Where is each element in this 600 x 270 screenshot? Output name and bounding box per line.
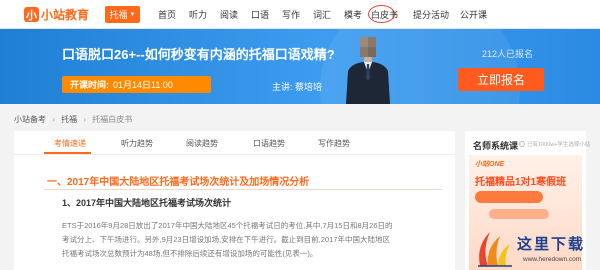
breadcrumb-separator-icon: › (52, 115, 55, 124)
top-navigation-bar: 小 小站教育 托福 ▼ 首页 听力 阅读 口语 写作 词汇 模考 白皮书 提分活… (0, 0, 600, 29)
nav-item-speaking[interactable]: 口语 (251, 8, 269, 21)
section-heading: 一、2017年中国大陆地区托福考试场次统计及加场情况分析 (47, 177, 310, 188)
tab-listening-trends[interactable]: 听力趋势 (121, 138, 153, 149)
paragraph-line: 考试分上、下午场进行。另外,9月23日增设加场,安排在下午进行。截止到目前,20… (62, 235, 390, 244)
article-card: 考情速递 听力趋势 阅读趋势 口语趋势 写作趋势 一、2017年中国大陆地区托福… (14, 131, 455, 270)
host-name: 主讲: 蔡培培 (272, 82, 323, 92)
nav-item-writing[interactable]: 写作 (282, 8, 300, 21)
nav-item-white-paper[interactable]: 白皮书 (371, 8, 398, 21)
course-banner[interactable]: 口语脱口26+--如何秒变有内涵的托福口语戏精? 开课时间: 01月14日11:… (0, 29, 600, 104)
info-icon (519, 141, 525, 147)
breadcrumb-current: 托福白皮书 (92, 115, 133, 124)
nav-item-score-activities[interactable]: 提分活动 (413, 8, 449, 21)
signup-count: 212人已报名 (482, 49, 534, 59)
tabs-divider (14, 154, 455, 155)
course-time-badge: 开课时间: 01月14日11:00 (62, 76, 211, 93)
promo-brand: 小站ONE (475, 161, 505, 168)
tab-writing-trends[interactable]: 写作趋势 (318, 138, 350, 149)
logo-text: 小站教育 (41, 8, 90, 22)
nav-item-mock-exam[interactable]: 模考 (344, 8, 362, 21)
tab-exam-news[interactable]: 考情速递 (54, 138, 86, 149)
paragraph-line: 托福考试场次总数预计为48场,但不排除后续还有增设加场的可能性(见表一)。 (62, 249, 318, 258)
breadcrumb: 小站备考 › 托福 › 托福白皮书 (14, 114, 132, 125)
sidebar-heading: 名师系统课 (473, 141, 519, 151)
nav-item-vocabulary[interactable]: 词汇 (313, 8, 331, 21)
category-dropdown[interactable]: 托福 ▼ (105, 6, 140, 23)
sidebar-note-text: 已有1000w+学生选择小站 (527, 142, 591, 148)
promo-ribbon (475, 191, 543, 203)
chevron-down-icon: ▼ (129, 11, 136, 18)
course-time-label: 开课时间: (70, 80, 109, 90)
breadcrumb-separator-icon: › (83, 115, 87, 124)
signup-button[interactable]: 立即报名 (458, 68, 544, 91)
article-paragraph: ETS于2016年9月28日放出了2017年中国大陆地区45个托福考试日的考位,… (62, 219, 444, 261)
tab-reading-trends[interactable]: 阅读趋势 (186, 138, 218, 149)
category-label: 托福 (109, 10, 128, 20)
course-time-value: 01月14日11:00 (113, 80, 173, 90)
logo-mark-icon: 小 (24, 7, 39, 22)
breadcrumb-toefl[interactable]: 托福 (61, 115, 77, 124)
nav-item-reading[interactable]: 阅读 (220, 8, 238, 21)
host-photo (346, 37, 390, 104)
subsection-heading: 1、2017年中国大陆地区托福考试场次统计 (62, 198, 232, 208)
watermark-url: www.heredown.com (523, 256, 582, 263)
nav-item-home[interactable]: 首页 (158, 8, 176, 21)
site-logo[interactable]: 小 小站教育 (24, 7, 89, 22)
paragraph-line: ETS于2016年9月28日放出了2017年中国大陆地区45个托福考试日的考位,… (62, 221, 393, 230)
watermark-logo-icon (478, 232, 512, 267)
banner-title: 口语脱口26+--如何秒变有内涵的托福口语戏精? (62, 47, 335, 62)
promo-ribbon (489, 209, 549, 219)
promo-title: 托福精品1对1寒假班 (475, 177, 567, 188)
nav-item-listening[interactable]: 听力 (189, 8, 207, 21)
breadcrumb-home[interactable]: 小站备考 (14, 115, 46, 124)
tab-speaking-trends[interactable]: 口语趋势 (253, 138, 285, 149)
nav-item-open-courses[interactable]: 公开课 (460, 8, 487, 21)
sidebar-note: 已有1000w+学生选择小站 (519, 140, 590, 148)
watermark-title: 这里下载 (517, 235, 586, 253)
heading-divider (44, 189, 442, 190)
